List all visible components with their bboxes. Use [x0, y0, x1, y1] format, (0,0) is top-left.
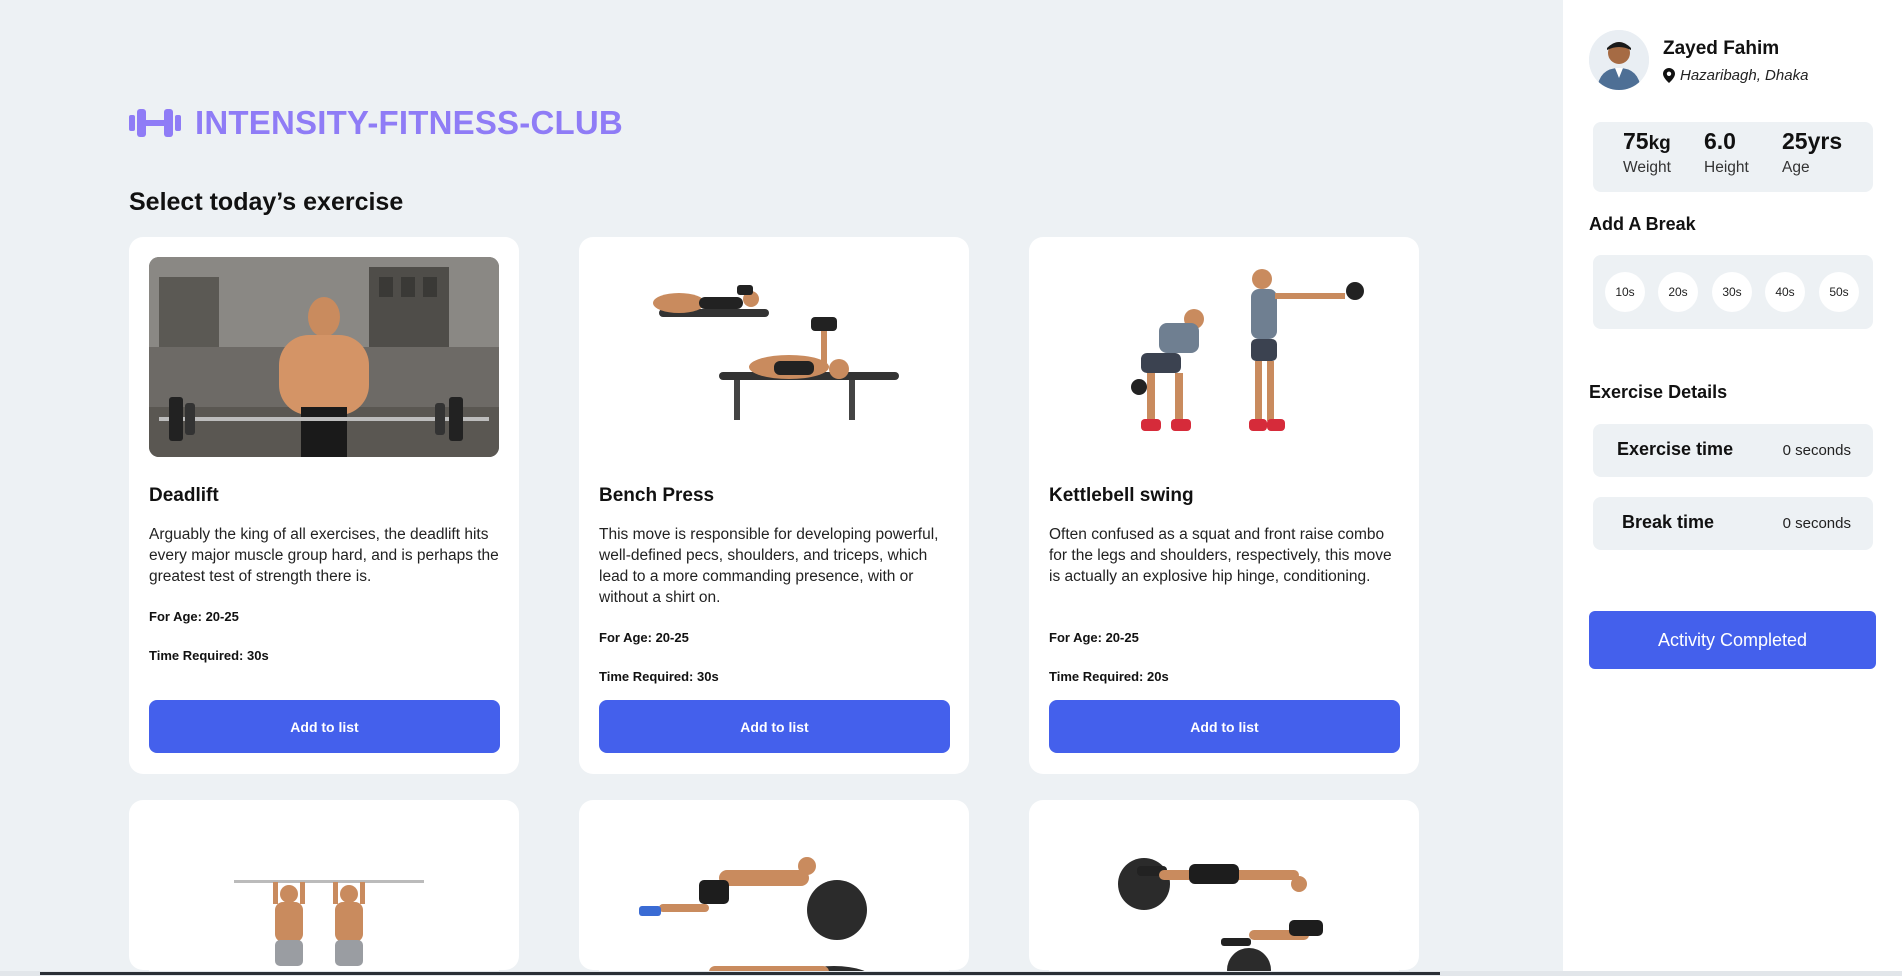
location-pin-icon	[1663, 68, 1675, 83]
exercise-time-required: Time Required: 30s	[599, 669, 719, 684]
break-time-row: Break time 0 seconds	[1593, 497, 1873, 550]
height-label: Height	[1704, 159, 1749, 176]
section-title: Select today’s exercise	[129, 188, 404, 216]
height-value: 6.0	[1704, 128, 1736, 154]
exercise-age: For Age: 20-25	[599, 630, 689, 645]
stat-age: 25yrs Age	[1782, 128, 1842, 177]
exercise-description: Arguably the king of all exercises, the …	[149, 526, 499, 585]
exercise-card-kettlebell-swing: Kettlebell swing Often confused as a squ…	[1029, 237, 1419, 774]
exercise-time-row: Exercise time 0 seconds	[1593, 424, 1873, 477]
add-to-list-button[interactable]: Add to list	[1049, 700, 1400, 753]
exercise-age: For Age: 20-25	[149, 609, 239, 624]
user-location-text: Hazaribagh, Dhaka	[1680, 67, 1809, 84]
brand-title: INTENSITY-FITNESS-CLUB	[195, 104, 623, 141]
profile-stats: 75kg Weight 6.0 Height 25yrs Age	[1593, 122, 1873, 192]
user-name: Zayed Fahim	[1663, 38, 1780, 59]
exercise-name: Deadlift	[149, 485, 219, 506]
brand: INTENSITY-FITNESS-CLUB	[129, 104, 623, 142]
break-option-10s[interactable]: 10s	[1605, 272, 1645, 312]
break-time-value: 0 seconds	[1782, 515, 1851, 532]
exercise-card-deadlift: Deadlift Arguably the king of all exerci…	[129, 237, 519, 774]
main-content: INTENSITY-FITNESS-CLUB Select today’s ex…	[0, 0, 1563, 976]
add-to-list-button[interactable]: Add to list	[149, 700, 500, 753]
age-value: 25	[1782, 128, 1808, 154]
exercise-name: Kettlebell swing	[1049, 485, 1194, 506]
break-option-40s[interactable]: 40s	[1765, 272, 1805, 312]
exercise-card-ball-hamstring-curl	[1029, 800, 1419, 976]
break-option-20s[interactable]: 20s	[1658, 272, 1698, 312]
age-label: Age	[1782, 159, 1810, 176]
exercise-age: For Age: 20-25	[1049, 630, 1139, 645]
add-to-list-button[interactable]: Add to list	[599, 700, 950, 753]
age-unit: yrs	[1807, 128, 1843, 154]
break-option-50s[interactable]: 50s	[1819, 272, 1859, 312]
weight-unit: kg	[1648, 133, 1671, 154]
break-options: 10s 20s 30s 40s 50s	[1593, 255, 1873, 329]
exercise-card-pull-up	[129, 800, 519, 976]
user-location: Hazaribagh, Dhaka	[1663, 67, 1808, 84]
kettlebell-swing-image	[1049, 257, 1399, 457]
ball-hamstring-curl-image	[1049, 820, 1399, 976]
exercise-description: Often confused as a squat and front rais…	[1049, 526, 1392, 585]
exercise-card-bench-press: Bench Press This move is responsible for…	[579, 237, 969, 774]
deadlift-image	[149, 257, 499, 457]
avatar	[1589, 30, 1649, 90]
stat-weight: 75kg Weight	[1623, 128, 1671, 177]
exercise-details-title: Exercise Details	[1589, 382, 1728, 402]
exercise-time-required: Time Required: 20s	[1049, 669, 1169, 684]
exercise-description: This move is responsible for developing …	[599, 526, 939, 606]
break-time-label: Break time	[1622, 512, 1715, 532]
exercise-time-value: 0 seconds	[1782, 442, 1851, 459]
profile-sidebar: Zayed Fahim Hazaribagh, Dhaka 75kg Weigh…	[1563, 0, 1902, 976]
pull-up-image	[149, 820, 499, 976]
dumbbell-icon	[129, 109, 181, 137]
scrollbar-thumb[interactable]	[40, 972, 1440, 975]
exercise-name: Bench Press	[599, 485, 715, 506]
exercise-card-ball-rollout	[579, 800, 969, 976]
ball-rollout-image	[599, 820, 949, 976]
exercise-time-label: Exercise time	[1617, 439, 1734, 459]
break-title: Add A Break	[1589, 214, 1696, 234]
exercise-time-required: Time Required: 30s	[149, 648, 269, 663]
stat-height: 6.0 Height	[1704, 128, 1749, 177]
weight-value: 75	[1623, 128, 1649, 154]
weight-label: Weight	[1623, 159, 1671, 176]
bench-press-image	[599, 257, 949, 457]
horizontal-scrollbar[interactable]	[0, 971, 1902, 976]
activity-completed-button[interactable]: Activity Completed	[1589, 611, 1876, 669]
break-option-30s[interactable]: 30s	[1712, 272, 1752, 312]
